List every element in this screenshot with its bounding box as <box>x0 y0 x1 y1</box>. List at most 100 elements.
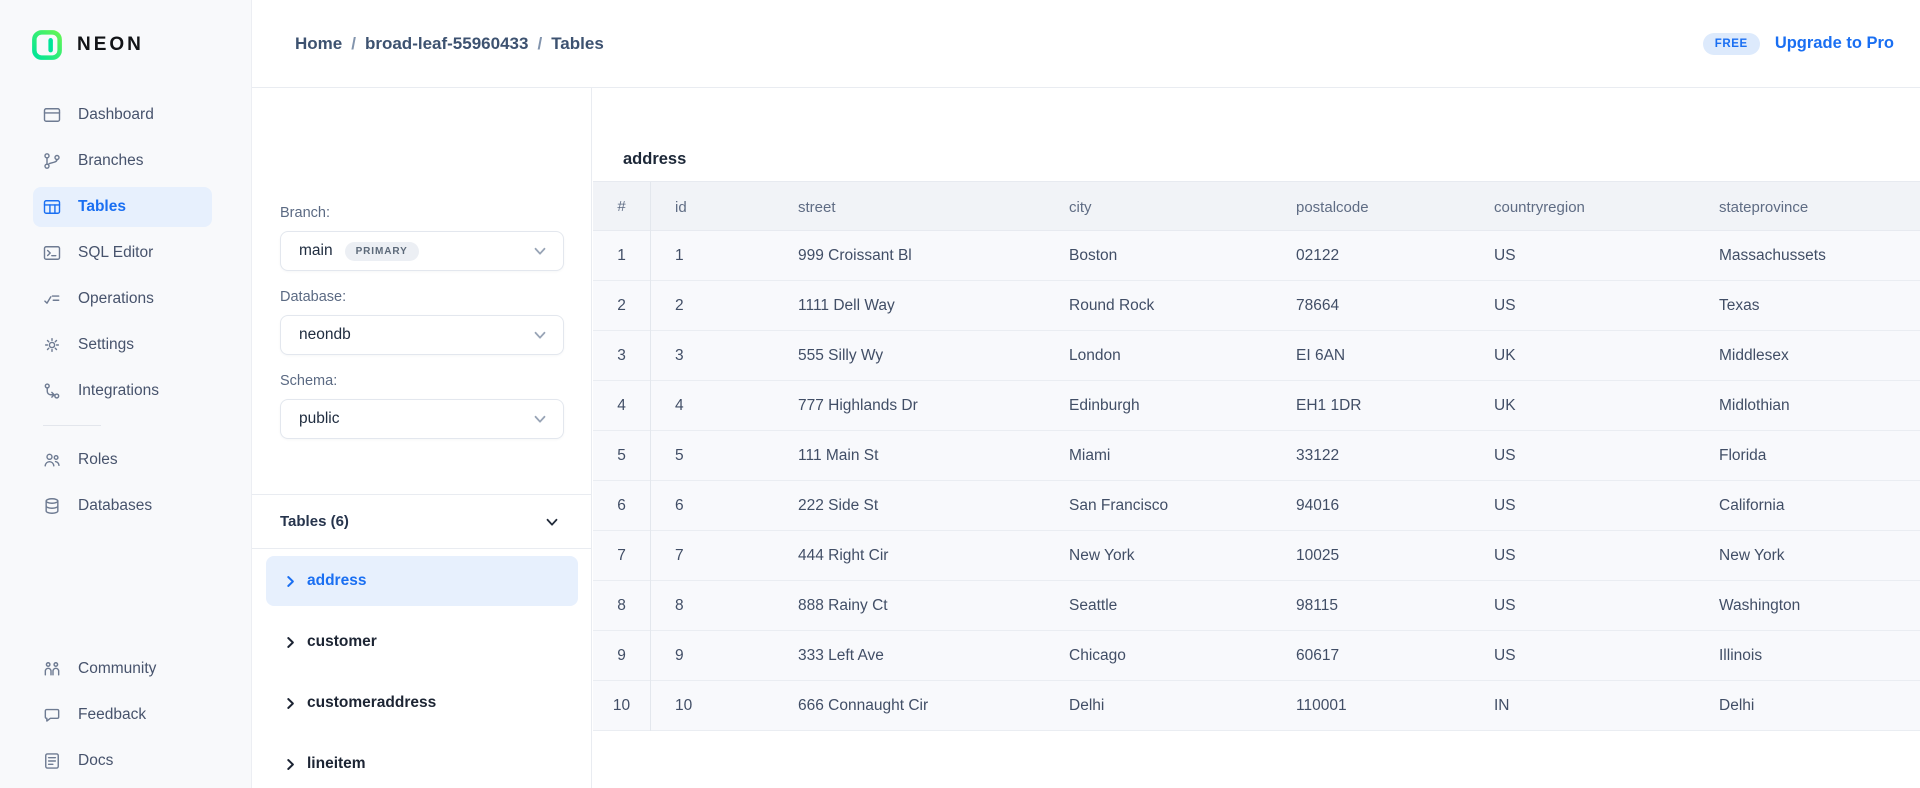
table-row: 3 3 555 Silly Wy London EI 6AN UK Middle… <box>593 331 1920 381</box>
sidebar-item-operations[interactable]: Operations <box>33 279 212 319</box>
sidebar-item-label: Feedback <box>78 706 146 724</box>
sidebar-item-feedback[interactable]: Feedback <box>33 695 212 735</box>
schema-label: Schema: <box>280 373 564 391</box>
cell-city: Edinburgh <box>1045 397 1272 415</box>
cell-id: 9 <box>651 647 774 665</box>
cell-street: 111 Main St <box>774 447 1045 465</box>
chevron-down-icon <box>543 513 561 531</box>
cell-countryregion: US <box>1470 497 1695 515</box>
table-list-item-customeraddress[interactable]: customeraddress <box>266 678 578 728</box>
neon-logo[interactable]: NEON <box>32 30 251 60</box>
breadcrumb-home[interactable]: Home <box>295 34 342 54</box>
sidebar-item-sql-editor[interactable]: SQL Editor <box>33 233 212 273</box>
cell-street: 444 Right Cir <box>774 547 1045 565</box>
schema-select[interactable]: public <box>280 399 564 439</box>
table-list-item-address[interactable]: address <box>266 556 578 606</box>
tables-count-label: Tables (6) <box>280 513 349 530</box>
chevron-right-icon <box>283 757 298 772</box>
sidebar-item-settings[interactable]: Settings <box>33 325 212 365</box>
sidebar-item-label: Roles <box>78 451 118 469</box>
sidebar-item-community[interactable]: Community <box>33 649 212 689</box>
sidebar-item-integrations[interactable]: Integrations <box>33 371 212 411</box>
column-header-street: street <box>774 199 1045 216</box>
cell-street: 333 Left Ave <box>774 647 1045 665</box>
upgrade-to-pro-link[interactable]: Upgrade to Pro <box>1775 34 1894 53</box>
cell-countryregion: US <box>1470 447 1695 465</box>
table-name: customeraddress <box>307 694 436 712</box>
tables-section-header[interactable]: Tables (6) <box>252 494 591 549</box>
sidebar-divider <box>43 425 101 426</box>
sidebar-item-databases[interactable]: Databases <box>33 486 212 526</box>
sidebar-item-label: SQL Editor <box>78 244 153 262</box>
cell-countryregion: US <box>1470 297 1695 315</box>
column-header-id: id <box>651 199 774 216</box>
chevron-down-icon <box>531 326 549 344</box>
sidebar-item-label: Tables <box>78 198 126 216</box>
table-row: 9 9 333 Left Ave Chicago 60617 US Illino… <box>593 631 1920 681</box>
breadcrumb-current: Tables <box>551 34 604 54</box>
cell-postalcode: 78664 <box>1272 297 1470 315</box>
cell-postalcode: EI 6AN <box>1272 347 1470 365</box>
chevron-right-icon <box>283 574 298 589</box>
row-index: 6 <box>593 481 651 531</box>
brand-wordmark: NEON <box>77 34 144 56</box>
cell-city: San Francisco <box>1045 497 1272 515</box>
sidebar-item-dashboard[interactable]: Dashboard <box>33 95 212 135</box>
database-value: neondb <box>299 326 351 344</box>
branch-select[interactable]: main PRIMARY <box>280 231 564 271</box>
document-icon <box>42 751 62 771</box>
integrations-icon <box>42 381 62 401</box>
table-name: lineitem <box>307 755 366 773</box>
cell-city: Boston <box>1045 247 1272 265</box>
column-header-stateprovince: stateprovince <box>1695 199 1920 216</box>
cell-stateprovince: Texas <box>1695 297 1920 315</box>
table-row: 5 5 111 Main St Miami 33122 US Florida <box>593 431 1920 481</box>
cell-postalcode: 60617 <box>1272 647 1470 665</box>
breadcrumb: Home / broad-leaf-55960433 / Tables <box>295 34 604 54</box>
row-index: 10 <box>593 681 651 731</box>
sidebar-item-docs[interactable]: Docs <box>33 741 212 781</box>
cell-countryregion: UK <box>1470 347 1695 365</box>
cell-id: 10 <box>651 697 774 715</box>
cell-id: 6 <box>651 497 774 515</box>
schema-value: public <box>299 410 340 428</box>
row-index: 4 <box>593 381 651 431</box>
cell-city: London <box>1045 347 1272 365</box>
table-list-item-lineitem[interactable]: lineitem <box>266 739 578 788</box>
sidebar-item-tables[interactable]: Tables <box>33 187 212 227</box>
cell-id: 2 <box>651 297 774 315</box>
row-index: 7 <box>593 531 651 581</box>
cell-city: Miami <box>1045 447 1272 465</box>
breadcrumb-project[interactable]: broad-leaf-55960433 <box>365 34 528 54</box>
cell-stateprovince: Florida <box>1695 447 1920 465</box>
database-label: Database: <box>280 289 564 307</box>
sidebar-item-label: Branches <box>78 152 143 170</box>
speech-bubble-icon <box>42 705 62 725</box>
cell-street: 777 Highlands Dr <box>774 397 1045 415</box>
gear-icon <box>42 335 62 355</box>
cell-postalcode: 02122 <box>1272 247 1470 265</box>
column-header-city: city <box>1045 199 1272 216</box>
sidebar-item-roles[interactable]: Roles <box>33 440 212 480</box>
column-header-postalcode: postalcode <box>1272 199 1470 216</box>
cell-countryregion: US <box>1470 647 1695 665</box>
branch-label: Branch: <box>280 205 564 223</box>
database-select[interactable]: neondb <box>280 315 564 355</box>
row-index: 2 <box>593 281 651 331</box>
cell-id: 1 <box>651 247 774 265</box>
cell-id: 5 <box>651 447 774 465</box>
sidebar-item-label: Integrations <box>78 382 159 400</box>
community-icon <box>42 659 62 679</box>
sidebar-item-branches[interactable]: Branches <box>33 141 212 181</box>
cell-id: 8 <box>651 597 774 615</box>
column-header-index: # <box>593 182 651 232</box>
sidebar-item-label: Community <box>78 660 156 678</box>
primary-branch-badge: PRIMARY <box>345 242 419 261</box>
table-name: address <box>307 572 366 590</box>
sidebar: NEON Dashboard Branches Tables <box>0 0 252 788</box>
cell-street: 999 Croissant Bl <box>774 247 1045 265</box>
neon-logo-icon <box>32 30 62 60</box>
cell-postalcode: 110001 <box>1272 697 1470 715</box>
neon-console: NEON Dashboard Branches Tables <box>0 0 1920 788</box>
table-list-item-customer[interactable]: customer <box>266 617 578 667</box>
